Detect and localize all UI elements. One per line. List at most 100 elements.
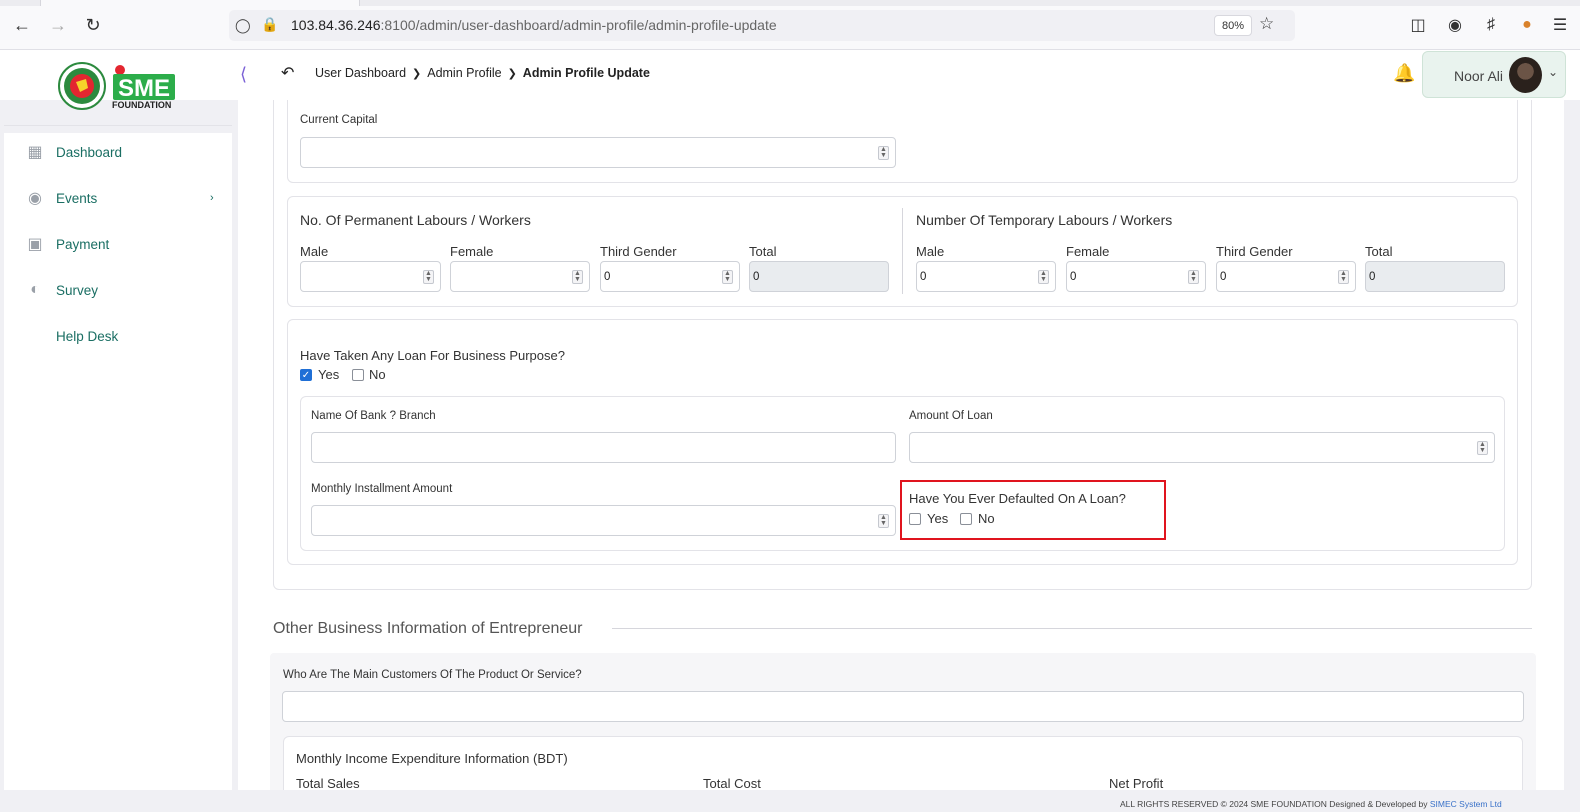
loan-yes-label[interactable]: Yes: [318, 367, 339, 382]
app-header: [0, 50, 1580, 100]
extensions-icon[interactable]: ♯: [1480, 14, 1502, 36]
permanent-male-label: Male: [300, 244, 329, 259]
default-yes-checkbox[interactable]: [909, 513, 921, 525]
loan-yes-checkbox[interactable]: ✓: [300, 369, 312, 381]
sidebar-collapse-icon[interactable]: ⟨: [240, 64, 247, 85]
main-content[interactable]: Current Capital ▲ ▼ No. Of Permanent Labo…: [238, 100, 1564, 790]
menu-icon[interactable]: ☰: [1549, 14, 1571, 36]
stepper-icon[interactable]: ▲ ▼: [722, 270, 733, 284]
sidebar-item-label: Dashboard: [56, 144, 123, 160]
calendar-icon: ◉: [28, 190, 42, 207]
permanent-total-label: Total: [749, 244, 777, 259]
default-yes-label[interactable]: Yes: [927, 511, 948, 526]
bank-branch-label: Name Of Bank ? Branch: [311, 410, 436, 422]
section-divider: [612, 628, 1532, 629]
breadcrumb-user-dashboard[interactable]: User Dashboard: [315, 66, 406, 80]
stepper-icon[interactable]: ▲ ▼: [1038, 270, 1049, 284]
reload-icon[interactable]: ↻: [82, 14, 104, 36]
sidebar-item-help-desk[interactable]: Help Desk: [4, 321, 232, 351]
sidebar-item-events[interactable]: ◉ Events ›: [4, 183, 232, 213]
stepper-icon[interactable]: ▲ ▼: [572, 270, 583, 284]
back-arrow-icon[interactable]: ←: [11, 14, 33, 36]
stepper-icon[interactable]: ▲ ▼: [1477, 441, 1488, 455]
permanent-total-input: 0: [749, 261, 889, 292]
bookmark-star-icon[interactable]: ☆: [1259, 14, 1274, 34]
chevron-right-icon: ❯: [507, 67, 517, 80]
breadcrumb: User Dashboard ❯ Admin Profile ❯ Admin P…: [315, 66, 650, 80]
temporary-male-input[interactable]: 0 ▲ ▼: [916, 261, 1056, 292]
sme-foundation-logo[interactable]: SME FOUNDATION: [58, 62, 180, 110]
forward-arrow-icon[interactable]: →: [47, 14, 69, 36]
loan-no-checkbox[interactable]: [352, 369, 364, 381]
permanent-third-gender-input[interactable]: 0 ▲ ▼: [600, 261, 740, 292]
zoom-badge[interactable]: 80%: [1214, 15, 1252, 36]
monthly-installment-label: Monthly Installment Amount: [311, 483, 453, 495]
grid-icon: ▦: [27, 144, 43, 161]
account-icon[interactable]: ◉: [1444, 14, 1466, 36]
sidebar-item-label: Help Desk: [56, 328, 119, 344]
permanent-male-input[interactable]: ▲ ▼: [300, 261, 441, 292]
stepper-icon[interactable]: ▲ ▼: [423, 270, 434, 284]
loan-question: Have Taken Any Loan For Business Purpose…: [300, 348, 565, 363]
loan-no-label[interactable]: No: [369, 367, 386, 382]
temporary-total-input: 0: [1365, 261, 1505, 292]
money-icon: ▣: [27, 236, 43, 253]
pocket-icon[interactable]: ◫: [1407, 14, 1429, 36]
sidebar-item-payment[interactable]: ▣ Payment: [4, 229, 232, 259]
undo-back-icon[interactable]: ↶: [281, 63, 294, 83]
chevron-right-icon: ❯: [412, 67, 422, 80]
loan-amount-input[interactable]: ▲ ▼: [909, 432, 1495, 463]
default-no-label[interactable]: No: [978, 511, 995, 526]
tab-strip: [0, 0, 1580, 6]
temporary-third-gender-label: Third Gender: [1216, 244, 1293, 259]
sidebar-divider: [4, 125, 232, 126]
breadcrumb-current: Admin Profile Update: [522, 66, 650, 80]
labour-divider: [902, 208, 903, 294]
main-customers-input[interactable]: [282, 691, 1524, 722]
temporary-labour-title: Number Of Temporary Labours / Workers: [916, 212, 1173, 228]
notification-bell-icon[interactable]: 🔔: [1393, 63, 1415, 84]
address-bar[interactable]: ◯ 🔒 103.84.36.246:8100/admin/user-dashbo…: [229, 10, 1295, 41]
monthly-installment-input[interactable]: ▲ ▼: [311, 505, 896, 536]
loan-amount-label: Amount Of Loan: [909, 410, 993, 422]
temporary-female-input[interactable]: 0 ▲ ▼: [1066, 261, 1206, 292]
breadcrumb-admin-profile[interactable]: Admin Profile: [427, 66, 501, 80]
footer-text: ALL RIGHTS RESERVED © 2024 SME FOUNDATIO…: [1120, 799, 1428, 809]
sidebar: ▦ Dashboard ◉ Events › ▣ Payment ◐ Surve…: [4, 133, 232, 790]
insecure-lock-icon[interactable]: 🔒: [261, 16, 278, 33]
sidebar-item-label: Payment: [56, 236, 110, 252]
sidebar-item-dashboard[interactable]: ▦ Dashboard: [4, 137, 232, 167]
default-no-checkbox[interactable]: [960, 513, 972, 525]
permanent-female-input[interactable]: ▲ ▼: [450, 261, 590, 292]
url-text: 103.84.36.246:8100/admin/user-dashboard/…: [291, 17, 777, 33]
default-loan-highlight: [900, 480, 1166, 540]
user-menu[interactable]: Noor Ali ⌄: [1422, 51, 1566, 98]
stepper-icon[interactable]: ▲ ▼: [878, 514, 889, 528]
stepper-icon[interactable]: ▲ ▼: [1338, 270, 1349, 284]
temporary-third-gender-input[interactable]: 0 ▲ ▼: [1216, 261, 1356, 292]
temporary-female-label: Female: [1066, 244, 1110, 259]
svg-text:FOUNDATION: FOUNDATION: [112, 100, 171, 110]
chevron-right-icon: ›: [210, 192, 214, 204]
shield-icon: ◯: [235, 17, 251, 33]
sidebar-item-survey[interactable]: ◐ Survey: [4, 275, 232, 305]
sidebar-item-label: Events: [56, 190, 98, 206]
total-cost-label: Total Cost: [703, 776, 761, 790]
addon-icon[interactable]: ●: [1516, 14, 1538, 36]
main-customers-label: Who Are The Main Customers Of The Produc…: [283, 669, 582, 681]
bank-branch-input[interactable]: [311, 432, 896, 463]
permanent-labour-title: No. Of Permanent Labours / Workers: [300, 212, 531, 228]
stepper-icon[interactable]: ▲ ▼: [1188, 270, 1199, 284]
monthly-income-title: Monthly Income Expenditure Information (…: [296, 751, 568, 766]
permanent-third-gender-label: Third Gender: [600, 244, 677, 259]
sidebar-item-label: Survey: [56, 282, 99, 298]
stepper-icon[interactable]: ▲ ▼: [878, 146, 889, 160]
permanent-female-label: Female: [450, 244, 494, 259]
footer-developer-link[interactable]: SIMEC System Ltd: [1430, 799, 1502, 809]
pie-icon: ◐: [30, 281, 40, 298]
browser-toolbar: ← → ↻ ◯ 🔒 103.84.36.246:8100/admin/user-…: [0, 0, 1580, 50]
footer: ALL RIGHTS RESERVED © 2024 SME FOUNDATIO…: [1120, 799, 1502, 809]
net-profit-label: Net Profit: [1109, 776, 1164, 790]
active-tab[interactable]: [40, 0, 360, 6]
current-capital-input[interactable]: ▲ ▼: [300, 137, 896, 168]
